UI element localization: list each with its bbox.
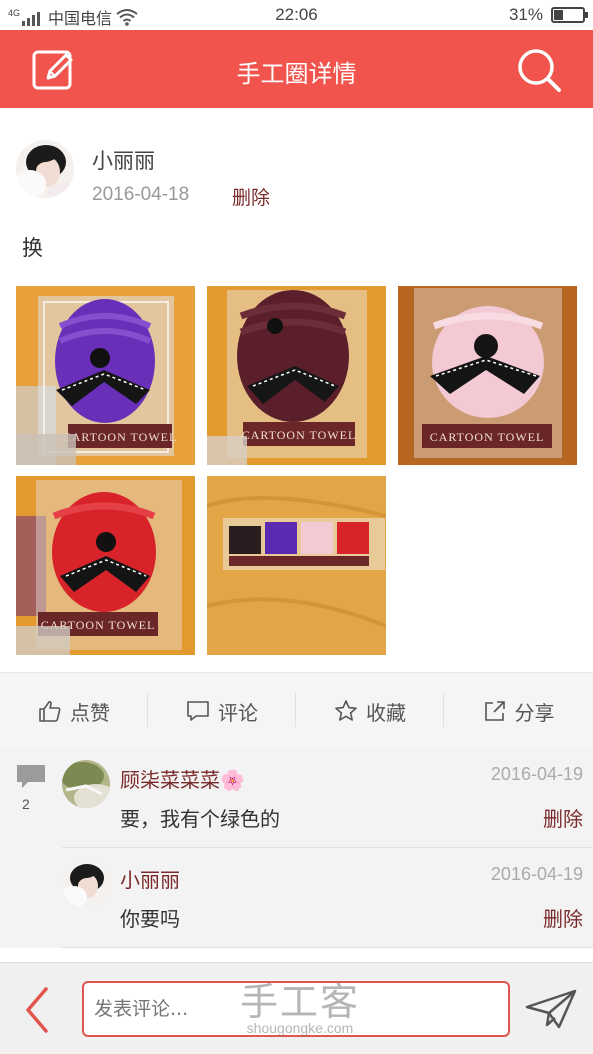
chevron-left-icon — [26, 987, 48, 1033]
send-button[interactable] — [525, 987, 577, 1031]
action-bar: 点赞 评论 收藏 分享 — [0, 672, 593, 748]
search-button[interactable] — [515, 46, 563, 94]
share-label: 分享 — [514, 700, 555, 725]
like-button[interactable]: 点赞 — [0, 673, 148, 749]
comment-date: 2016-04-19 — [490, 864, 583, 884]
delete-post-button[interactable]: 删除 — [232, 183, 270, 210]
towel-label: CARTOON TOWEL — [242, 428, 357, 442]
delete-comment-button[interactable]: 删除 — [543, 903, 583, 932]
like-label: 点赞 — [70, 700, 110, 725]
towel-label: CARTOON TOWEL — [63, 430, 178, 444]
battery-percent: 31% — [508, 5, 543, 24]
comment-label: 评论 — [218, 700, 258, 725]
star-icon — [335, 700, 357, 721]
commenter-name[interactable]: 顾柒菜菜菜🌸 — [120, 764, 245, 793]
comment-icon — [187, 701, 209, 721]
comment-item: 小丽丽 2016-04-19 你要吗 删除 — [62, 848, 593, 948]
comment-count-icon — [17, 765, 45, 788]
comment-date: 2016-04-19 — [490, 764, 583, 784]
author-name[interactable]: 小丽丽 — [92, 145, 155, 175]
post-photo[interactable]: CARTOON TOWEL — [207, 286, 386, 465]
status-bar: 4G 中国电信 22:06 31% — [0, 0, 593, 30]
post-date: 2016-04-18 — [92, 184, 190, 205]
commenter-name[interactable]: 小丽丽 — [120, 864, 180, 893]
app-header: 手工圈详情 — [0, 30, 593, 108]
author-avatar[interactable] — [16, 140, 74, 198]
favorite-label: 收藏 — [366, 700, 406, 725]
status-right: 31% — [508, 5, 588, 25]
page-title: 手工圈详情 — [236, 60, 357, 88]
share-icon — [484, 701, 505, 721]
comment-item: 顾柒菜菜菜🌸 2016-04-19 要，我有个绿色的 删除 — [62, 748, 593, 848]
post-photo[interactable] — [207, 476, 386, 655]
comment-input[interactable] — [82, 981, 510, 1037]
send-icon — [525, 989, 577, 1029]
clock: 22:06 — [275, 5, 318, 24]
comments-section: 2 顾柒菜菜菜🌸 2016-04-19 要，我有个绿色的 删除 小丽丽 2016… — [0, 748, 593, 948]
commenter-avatar[interactable] — [62, 860, 110, 908]
comment-button[interactable]: 评论 — [148, 673, 296, 749]
battery-icon — [551, 7, 588, 23]
commenter-avatar[interactable] — [62, 760, 110, 808]
search-icon — [518, 49, 561, 92]
comment-text: 要，我有个绿色的 — [120, 807, 280, 831]
comment-count: 2 — [22, 796, 30, 812]
back-button[interactable] — [18, 985, 58, 1035]
share-button[interactable]: 分享 — [444, 673, 593, 749]
post-photo[interactable]: CARTOON TOWEL — [16, 286, 195, 465]
post-text: 换 — [22, 236, 43, 260]
bottom-bar — [0, 962, 593, 1054]
post-photo[interactable]: CARTOON TOWEL — [398, 286, 577, 465]
thumbs-up-icon — [39, 700, 61, 722]
comment-text: 你要吗 — [120, 907, 180, 931]
delete-comment-button[interactable]: 删除 — [543, 803, 583, 832]
post-photo[interactable]: CARTOON TOWEL — [16, 476, 195, 655]
favorite-button[interactable]: 收藏 — [296, 673, 444, 749]
towel-label: CARTOON TOWEL — [430, 430, 545, 444]
